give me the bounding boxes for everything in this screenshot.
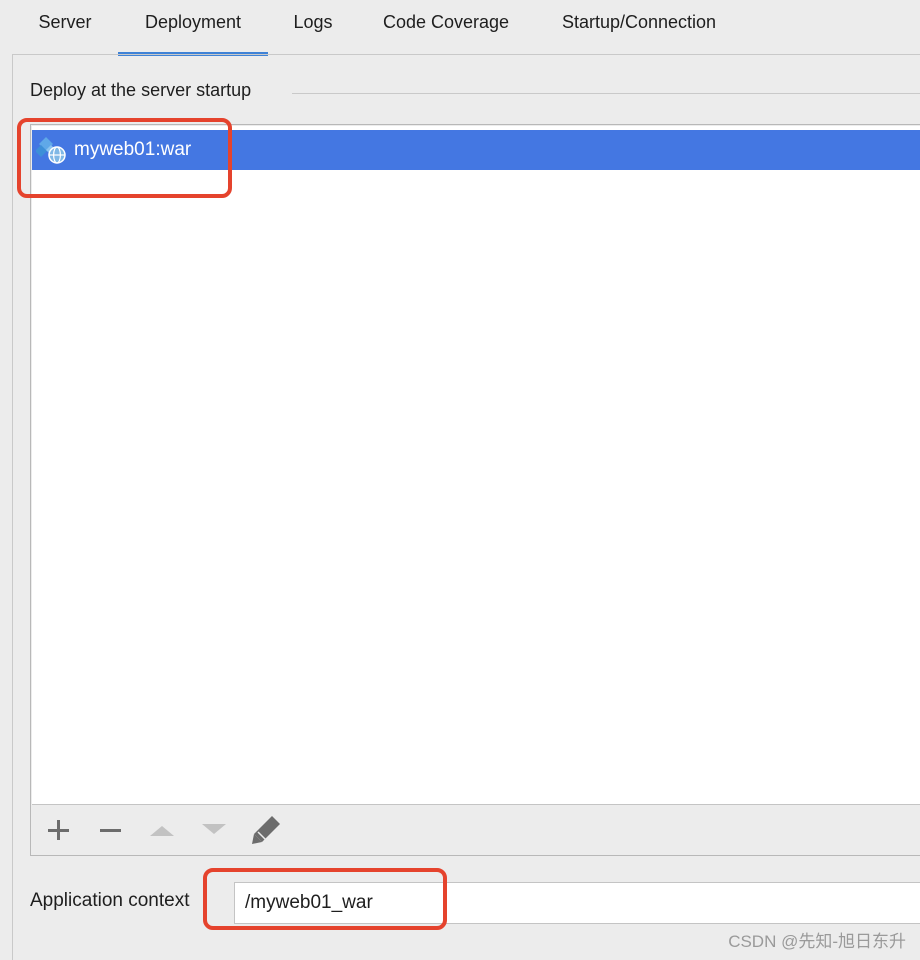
artifact-highlight-box: [17, 118, 232, 198]
tab-startup-connection[interactable]: Startup/Connection: [546, 0, 732, 54]
tab-server[interactable]: Server: [24, 0, 106, 54]
context-highlight-box: [203, 868, 447, 930]
list-toolbar: [32, 806, 920, 852]
run-configuration-page: Server Deployment Logs Code Coverage Sta…: [0, 0, 920, 960]
artifact-list[interactable]: myweb01:war: [32, 126, 920, 805]
edit-pencil-icon[interactable]: [250, 814, 282, 846]
tab-deployment[interactable]: Deployment: [118, 0, 268, 56]
tab-bar: Server Deployment Logs Code Coverage Sta…: [0, 0, 920, 56]
application-context-label: Application context: [30, 890, 190, 911]
move-up-icon[interactable]: [146, 814, 178, 846]
tab-logs[interactable]: Logs: [282, 0, 344, 54]
tab-code-coverage[interactable]: Code Coverage: [370, 0, 522, 54]
deploy-group-title: Deploy at the server startup: [30, 80, 264, 101]
watermark: CSDN @先知-旭日东升: [728, 932, 906, 951]
move-down-icon[interactable]: [198, 814, 230, 846]
remove-icon[interactable]: [94, 814, 126, 846]
add-icon[interactable]: [42, 814, 74, 846]
group-separator: [292, 93, 920, 94]
